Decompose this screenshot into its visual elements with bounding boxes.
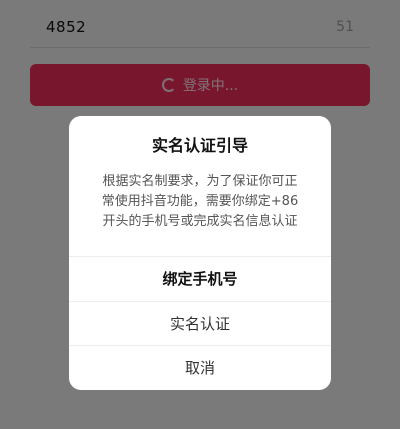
cancel-button[interactable]: 取消 bbox=[69, 346, 331, 389]
real-name-dialog: 实名认证引导 根据实名制要求，为了保证你可正常使用抖音功能，需要你绑定+86开头… bbox=[69, 116, 331, 390]
bind-phone-button[interactable]: 绑定手机号 bbox=[69, 257, 331, 300]
real-name-verify-button[interactable]: 实名认证 bbox=[69, 302, 331, 345]
dialog-message: 根据实名制要求，为了保证你可正常使用抖音功能，需要你绑定+86开头的手机号或完成… bbox=[101, 174, 299, 229]
dialog-title: 实名认证引导 bbox=[151, 136, 248, 155]
